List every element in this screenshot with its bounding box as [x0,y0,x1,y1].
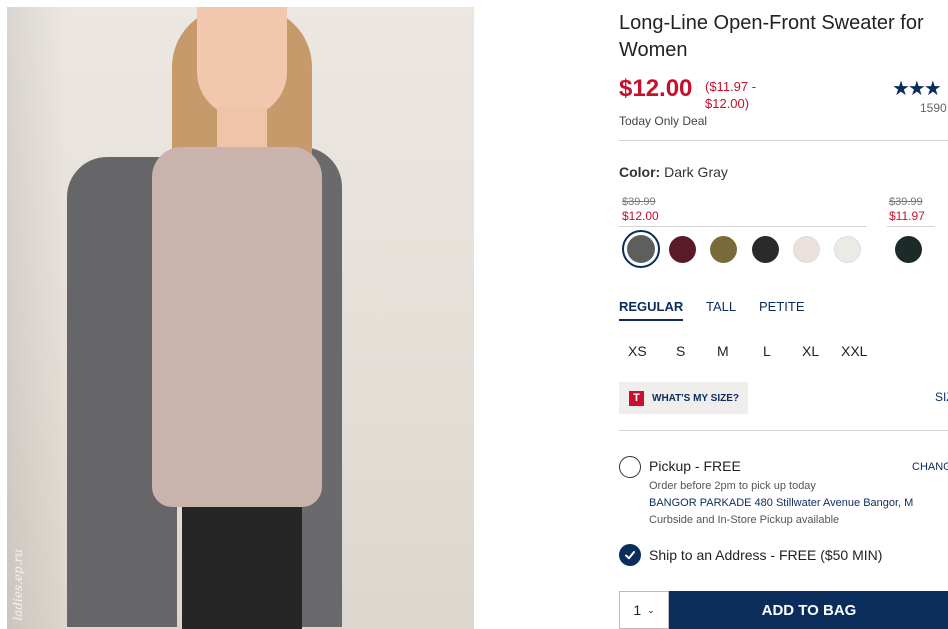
price-group-1: $39.99 $12.00 [622,196,659,223]
change-store-link[interactable]: CHANG [912,461,948,473]
checkmark-icon [625,551,635,560]
group-sale-price: $12.00 [622,209,659,223]
tab-tall[interactable]: TALL [706,299,736,314]
group-sale-price: $11.97 [889,209,925,223]
true-fit-logo-icon: T [629,390,644,406]
ship-label: Ship to an Address - FREE ($50 MIN) [649,547,883,563]
chevron-down-icon: ⌄ [647,604,655,615]
photo-shadow [7,7,67,629]
review-count[interactable]: 1590 [920,101,947,115]
pickup-store-link[interactable]: BANGOR PARKADE 480 Stillwater Avenue Ban… [649,497,913,509]
original-price: $39.99 [622,196,656,208]
ship-radio[interactable] [619,544,641,566]
price-group-line-1 [619,226,867,227]
swatch-black[interactable] [752,236,779,263]
tab-regular[interactable]: REGULAR [619,299,684,321]
sale-price: $12.00 [619,75,693,102]
price-group-line-2 [887,226,935,227]
pickup-order-before: Order before 2pm to pick up today [649,480,816,492]
swatch-light-pink[interactable] [793,236,820,263]
size-xxl[interactable]: XXL [841,343,867,359]
swatch-cream[interactable] [834,236,861,263]
color-label: Color: Dark Gray [619,164,728,180]
color-value: Dark Gray [664,164,728,180]
photo-watermark: ladies.ep.ru [11,549,25,621]
size-s[interactable]: S [676,343,685,359]
size-xl[interactable]: XL [802,343,819,359]
pickup-label: Pickup - FREE [649,458,741,474]
swatch-dark-gray-fill [627,235,655,263]
photo-tee [152,147,322,507]
divider [619,140,948,141]
photo-legs [182,507,302,629]
swatch-olive[interactable] [710,236,737,263]
price-range: ($11.97 - $12.00) [705,79,757,111]
pickup-note: Curbside and In-Store Pickup available [649,514,840,526]
quantity-select[interactable]: 1 ⌄ [619,591,669,629]
swatch-dark-gray[interactable] [622,230,660,268]
price-group-2: $39.99 $11.97 [889,196,925,223]
swatch-burgundy[interactable] [669,236,696,263]
deal-label: Today Only Deal [619,114,708,128]
divider [619,430,948,431]
original-price: $39.99 [889,196,923,208]
product-title: Long-Line Open-Front Sweater for Women [619,12,924,61]
size-m[interactable]: M [717,343,729,359]
pickup-radio[interactable] [619,456,641,478]
product-photo: ladies.ep.ru [7,7,474,629]
size-chart-link[interactable]: SIZ [935,390,948,404]
whats-my-size-button[interactable]: T WHAT'S MY SIZE? [619,382,748,414]
rating-stars[interactable]: ★★★ [892,76,942,101]
quantity-value: 1 [633,602,642,618]
photo-face [197,7,287,117]
tab-petite[interactable]: PETITE [759,299,805,314]
size-l[interactable]: L [763,343,771,359]
add-to-bag-button[interactable]: ADD TO BAG [669,591,948,629]
swatch-dark-green[interactable] [895,236,922,263]
size-xs[interactable]: XS [628,343,647,359]
color-label-key: Color: [619,164,661,180]
product-details-panel: Long-Line Open-Front Sweater for Women $… [619,0,948,629]
whats-my-size-label: WHAT'S MY SIZE? [652,392,740,404]
